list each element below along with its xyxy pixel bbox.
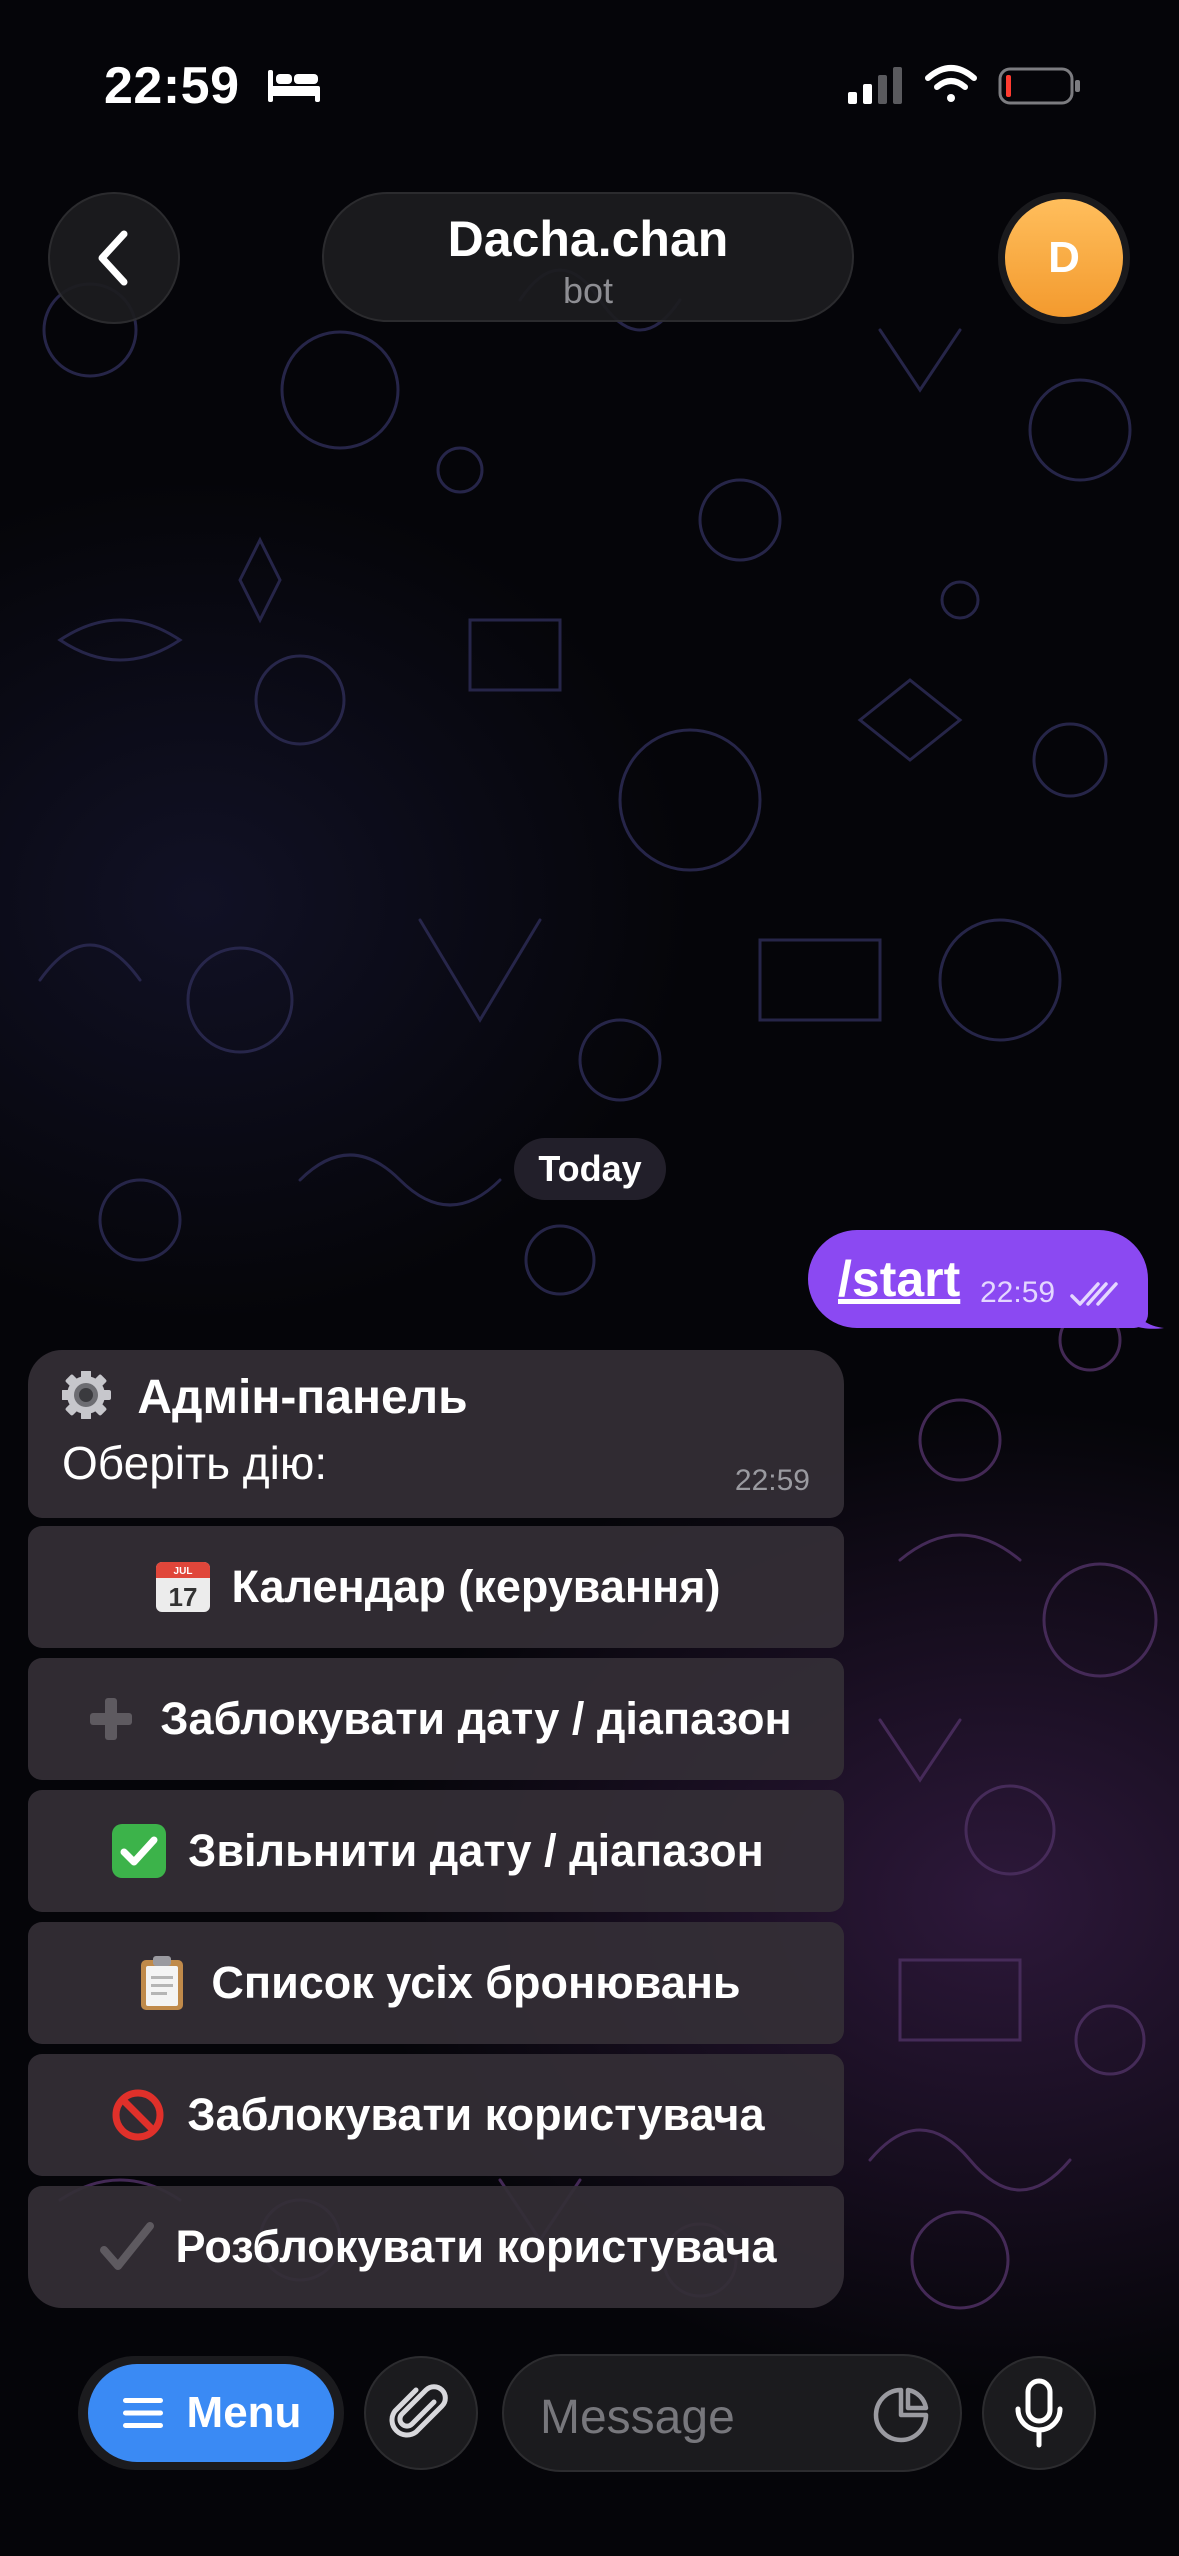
calendar-manage-label: Календар (керування) bbox=[231, 1561, 721, 1612]
message-title: Адмін-панель bbox=[137, 1371, 468, 1424]
double-check-icon bbox=[1070, 1282, 1118, 1306]
no-entry-icon bbox=[112, 2089, 164, 2141]
block-user-label: Заблокувати користувача bbox=[187, 2089, 765, 2140]
outgoing-message-time: 22:59 bbox=[980, 1276, 1056, 1309]
block-date-button[interactable]: Заблокувати дату / діапазон bbox=[28, 1658, 844, 1780]
incoming-message[interactable]: Адмін-панель Оберіть дію: 22:59 bbox=[28, 1350, 844, 1518]
outgoing-message[interactable]: /start 22:59 bbox=[808, 1230, 1148, 1328]
hamburger-icon bbox=[122, 2398, 163, 2428]
chat-subtitle: bot bbox=[562, 270, 614, 311]
battery-icon bbox=[998, 67, 1080, 105]
sticker-icon[interactable] bbox=[872, 2386, 930, 2444]
wifi-icon bbox=[925, 65, 977, 102]
message-body: Оберіть дію: bbox=[62, 1437, 328, 1489]
avatar: D bbox=[1005, 199, 1123, 317]
outgoing-message-text[interactable]: /start bbox=[838, 1250, 960, 1308]
calendar-manage-button[interactable]: JUL 17 Календар (керування) bbox=[28, 1526, 844, 1648]
svg-text:17: 17 bbox=[168, 1582, 197, 1612]
incoming-message-time: 22:59 bbox=[734, 1464, 810, 1497]
cellular-signal-icon bbox=[848, 67, 902, 104]
unblock-user-button[interactable]: Розблокувати користувача bbox=[28, 2186, 844, 2308]
telegram-chat-screen: 22:59 Dacha.chan bot D Today /start 22:5… bbox=[0, 0, 1179, 2556]
release-date-label: Звільнити дату / діапазон bbox=[188, 1825, 764, 1876]
sleep-focus-icon bbox=[268, 70, 320, 102]
paperclip-icon bbox=[389, 2384, 448, 2438]
message-placeholder: Message bbox=[540, 2391, 735, 2444]
bot-menu-button[interactable]: Menu bbox=[88, 2364, 334, 2462]
calendar-icon: JUL 17 bbox=[155, 1562, 210, 1612]
svg-text:JUL: JUL bbox=[173, 1566, 192, 1577]
block-date-label: Заблокувати дату / діапазон bbox=[160, 1693, 792, 1744]
release-date-button[interactable]: Звільнити дату / діапазон bbox=[28, 1790, 844, 1912]
message-title-row: Адмін-панель bbox=[62, 1370, 468, 1425]
voice-message-button[interactable] bbox=[982, 2356, 1096, 2470]
microphone-icon bbox=[1015, 2378, 1063, 2448]
all-bookings-label: Список усіх бронювань bbox=[211, 1957, 741, 2008]
chat-title: Dacha.chan bbox=[447, 211, 729, 267]
date-separator: Today bbox=[514, 1138, 666, 1200]
chat-title-pill[interactable]: Dacha.chan bot bbox=[322, 192, 854, 322]
check-box-icon bbox=[112, 1824, 167, 1878]
menu-label: Menu bbox=[186, 2388, 302, 2437]
unblock-user-label: Розблокувати користувача bbox=[175, 2221, 777, 2272]
chevron-left-icon bbox=[98, 230, 128, 286]
clipboard-icon bbox=[141, 1956, 184, 2010]
gear-icon bbox=[62, 1371, 111, 1419]
chat-avatar-button[interactable]: D bbox=[998, 192, 1130, 324]
message-input[interactable]: Message bbox=[502, 2354, 962, 2472]
attach-button[interactable] bbox=[364, 2356, 478, 2470]
back-button[interactable] bbox=[48, 192, 180, 324]
all-bookings-button[interactable]: Список усіх бронювань bbox=[28, 1922, 844, 2044]
status-time: 22:59 bbox=[104, 57, 240, 115]
check-mark-icon bbox=[99, 2222, 154, 2270]
block-user-button[interactable]: Заблокувати користувача bbox=[28, 2054, 844, 2176]
plus-icon bbox=[90, 1698, 133, 1740]
